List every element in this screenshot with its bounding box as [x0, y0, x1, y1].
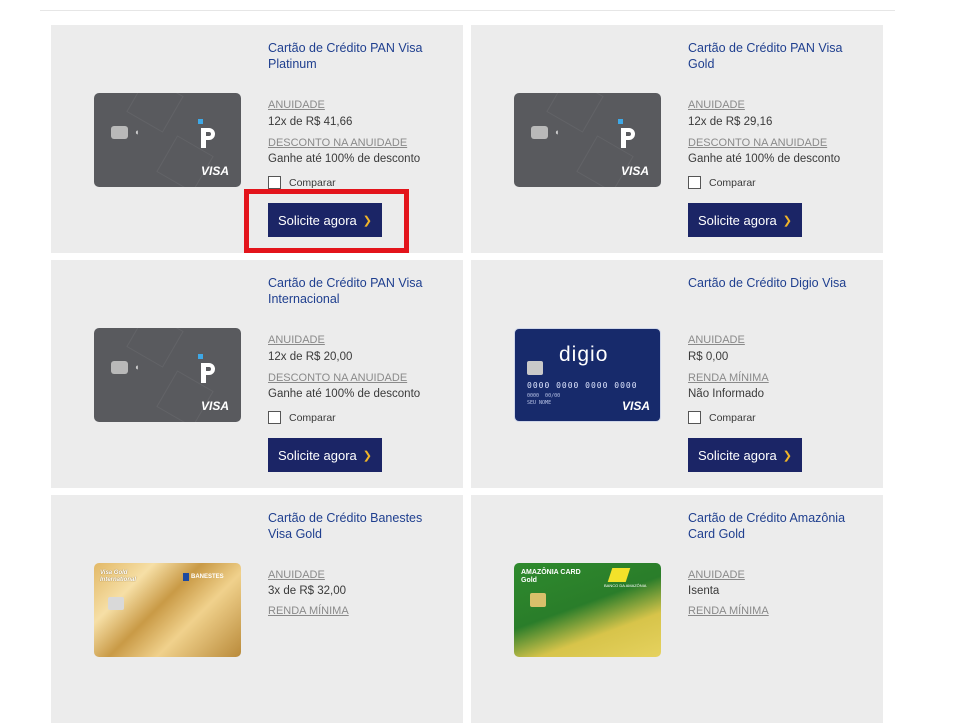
digio-logo: digio: [559, 343, 609, 366]
compare-row[interactable]: Comparar: [268, 176, 336, 189]
compare-label: Comparar: [289, 176, 336, 189]
annuity-value: Isenta: [688, 585, 720, 597]
contactless-icon: ◖: [554, 127, 560, 137]
discount-value: Ganhe até 100% de desconto: [268, 153, 421, 165]
visa-logo: VISA: [621, 399, 650, 413]
card-title[interactable]: Cartão de Crédito Digio Visa: [688, 275, 868, 291]
banestes-visa-gold-card-image[interactable]: Visa Gold International BANESTES: [94, 563, 241, 657]
card-offer-digio: digio 0000 0000 0000 0000 0000 00/00 SEU…: [471, 260, 883, 488]
annuity-label[interactable]: ANUIDADE: [268, 569, 448, 581]
annuity-value: 3x de R$ 32,00: [268, 585, 347, 597]
apply-button-label: Solicite agora: [698, 212, 777, 228]
annuity-value: 12x de R$ 41,66: [268, 116, 353, 128]
chevron-right-icon: ❯: [362, 449, 372, 462]
banestes-logo-text: BANESTES: [191, 574, 224, 580]
annuity-label[interactable]: ANUIDADE: [268, 334, 448, 346]
chevron-right-icon: ❯: [362, 214, 372, 227]
apply-button-label: Solicite agora: [278, 212, 357, 228]
card-title[interactable]: Cartão de Crédito PAN Visa Gold: [688, 40, 868, 72]
card-offer-pan-platinum: ◖ VISA Cartão de Crédito PAN Visa Platin…: [51, 25, 463, 253]
card-title[interactable]: Cartão de Crédito PAN Visa Platinum: [268, 40, 448, 72]
compare-checkbox[interactable]: [268, 411, 281, 424]
visa-logo: VISA: [620, 164, 649, 178]
annuity-label[interactable]: ANUIDADE: [688, 99, 868, 111]
min-income-label[interactable]: RENDA MÍNIMA: [688, 605, 868, 617]
compare-checkbox[interactable]: [688, 411, 701, 424]
card-chip-icon: [531, 126, 548, 139]
card-holder-text: 0000 00/00 SEU NOME: [527, 393, 561, 406]
discount-label[interactable]: DESCONTO NA ANUIDADE: [688, 137, 868, 149]
visa-logo: VISA: [200, 164, 229, 178]
card-chip-icon: [111, 361, 128, 374]
annuity-value: 12x de R$ 20,00: [268, 351, 353, 363]
apply-button[interactable]: Solicite agora ❯: [268, 438, 382, 472]
compare-checkbox[interactable]: [268, 176, 281, 189]
annuity-value: R$ 0,00: [688, 351, 729, 363]
card-chip-icon: [108, 597, 124, 610]
card-chip-icon: [527, 361, 543, 375]
card-chip-icon: [111, 126, 128, 139]
pan-visa-card-image[interactable]: ◖ VISA: [514, 93, 661, 187]
annuity-label[interactable]: ANUIDADE: [688, 334, 868, 346]
apply-button[interactable]: Solicite agora ❯: [688, 438, 802, 472]
top-divider: [40, 10, 895, 11]
digio-visa-card-image[interactable]: digio 0000 0000 0000 0000 0000 00/00 SEU…: [514, 328, 661, 422]
compare-row[interactable]: Comparar: [268, 411, 336, 424]
compare-label: Comparar: [709, 176, 756, 189]
min-income-value: Não Informado: [688, 388, 765, 400]
discount-label[interactable]: DESCONTO NA ANUIDADE: [268, 372, 448, 384]
card-offer-pan-internacional: ◖ VISA Cartão de Crédito PAN Visa Intern…: [51, 260, 463, 488]
bank-name: BANCO DA AMAZÔNIA: [604, 583, 647, 588]
annuity-label[interactable]: ANUIDADE: [268, 99, 448, 111]
pan-logo-icon: [198, 354, 215, 383]
card-title[interactable]: Cartão de Crédito PAN Visa Internacional: [268, 275, 448, 307]
discount-label[interactable]: DESCONTO NA ANUIDADE: [268, 137, 448, 149]
card-offer-amazonia: AMAZÔNIA CARD Gold BANCO DA AMAZÔNIA Car…: [471, 495, 883, 723]
card-offer-banestes: Visa Gold International BANESTES Cartão …: [51, 495, 463, 723]
pan-visa-card-image[interactable]: ◖ VISA: [94, 328, 241, 422]
annuity-value: 12x de R$ 29,16: [688, 116, 773, 128]
pan-logo-icon: [618, 119, 635, 148]
banestes-logo-icon: [183, 573, 189, 581]
apply-button-label: Solicite agora: [278, 447, 357, 463]
card-product-text: Visa Gold International: [100, 570, 137, 583]
apply-button[interactable]: Solicite agora ❯: [268, 203, 382, 237]
apply-button-label: Solicite agora: [698, 447, 777, 463]
compare-label: Comparar: [289, 411, 336, 424]
contactless-icon: ◖: [134, 362, 140, 372]
compare-checkbox[interactable]: [688, 176, 701, 189]
visa-logo: VISA: [200, 399, 229, 413]
card-title[interactable]: Cartão de Crédito Banestes Visa Gold: [268, 510, 448, 542]
amazonia-card-brand: AMAZÔNIA CARD Gold: [521, 569, 581, 584]
discount-value: Ganhe até 100% de desconto: [268, 388, 421, 400]
discount-value: Ganhe até 100% de desconto: [688, 153, 841, 165]
compare-row[interactable]: Comparar: [688, 176, 756, 189]
annuity-label[interactable]: ANUIDADE: [688, 569, 868, 581]
amazonia-card-gold-image[interactable]: AMAZÔNIA CARD Gold BANCO DA AMAZÔNIA: [514, 563, 661, 657]
compare-row[interactable]: Comparar: [688, 411, 756, 424]
card-number: 0000 0000 0000 0000: [527, 381, 638, 390]
banco-amazonia-logo-icon: [607, 568, 631, 582]
chevron-right-icon: ❯: [782, 214, 792, 227]
chevron-right-icon: ❯: [782, 449, 792, 462]
min-income-label[interactable]: RENDA MÍNIMA: [268, 605, 448, 617]
pan-visa-card-image[interactable]: ◖ VISA: [94, 93, 241, 187]
card-title[interactable]: Cartão de Crédito Amazônia Card Gold: [688, 510, 868, 542]
compare-label: Comparar: [709, 411, 756, 424]
apply-button[interactable]: Solicite agora ❯: [688, 203, 802, 237]
pan-logo-icon: [198, 119, 215, 148]
contactless-icon: ◖: [134, 127, 140, 137]
card-offer-pan-gold: ◖ VISA Cartão de Crédito PAN Visa Gold A…: [471, 25, 883, 253]
min-income-label[interactable]: RENDA MÍNIMA: [688, 372, 868, 384]
card-chip-icon: [530, 593, 546, 607]
